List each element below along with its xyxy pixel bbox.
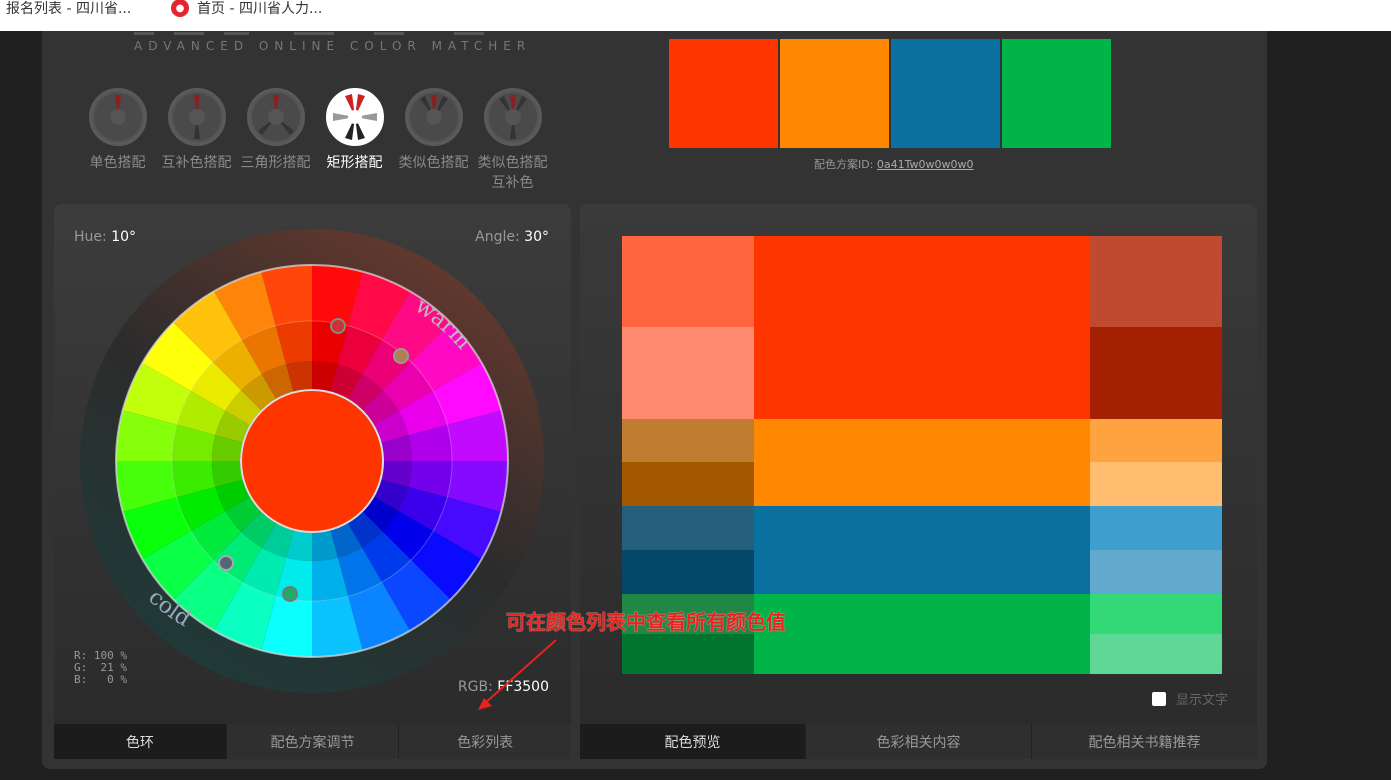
mode-analogous-complement[interactable]: 类似色搭配互补色 xyxy=(473,88,552,193)
mode-triad[interactable]: 三角形搭配 xyxy=(236,88,315,193)
preview-cell xyxy=(622,419,754,462)
bookmark-item[interactable]: 报名列表 - 四川省... xyxy=(6,0,132,17)
handle-quaternary[interactable] xyxy=(282,586,298,602)
color-matcher-app: ADVANCED ONLINE COLOR MATCHER 单色搭配 互补色搭配… xyxy=(42,31,1267,769)
complementary-mode-icon xyxy=(167,88,226,146)
mode-mono[interactable]: 单色搭配 xyxy=(78,88,157,193)
color-preview-panel: 显示文字 配色预览 色彩相关内容 配色相关书籍推荐 xyxy=(580,204,1257,759)
rgb-percent-readout: R: 100 % G: 21 % B: 0 % xyxy=(74,649,127,686)
preview-cell xyxy=(1090,419,1222,462)
show-text-checkbox[interactable] xyxy=(1152,691,1166,706)
bookmark-item[interactable]: ● 首页 - 四川省人力... xyxy=(171,0,323,17)
swatch-secondary[interactable] xyxy=(780,39,889,148)
preview-cell xyxy=(1090,327,1222,419)
logo-subtitle: ADVANCED ONLINE COLOR MATCHER xyxy=(134,39,532,53)
preview-cell xyxy=(1090,550,1222,594)
preview-cell xyxy=(622,634,754,674)
scheme-id: 配色方案ID: 0a41Tw0w0w0w0 xyxy=(814,158,974,171)
tab-color-list[interactable]: 色彩列表 xyxy=(398,724,572,759)
handle-primary[interactable] xyxy=(330,318,346,334)
bookmark-label: 首页 - 四川省人力... xyxy=(197,1,323,17)
bookmark-label: 报名列表 - 四川省... xyxy=(6,1,132,17)
swatch-primary[interactable] xyxy=(669,39,778,148)
preview-cell xyxy=(622,462,754,506)
annotation-arrow-icon xyxy=(478,639,557,710)
selected-color-center xyxy=(240,389,384,533)
analogous-complement-mode-icon xyxy=(483,88,542,146)
handle-tertiary[interactable] xyxy=(218,555,234,571)
left-panel-tabs: 色环 配色方案调节 色彩列表 xyxy=(54,724,572,759)
mono-mode-icon xyxy=(88,88,147,146)
preview-cell xyxy=(622,550,754,594)
color-wheel[interactable]: warm cold xyxy=(78,229,548,699)
right-panel-tabs: 配色预览 色彩相关内容 配色相关书籍推荐 xyxy=(580,724,1257,759)
site-favicon-icon: ● xyxy=(171,0,189,17)
swatch-tertiary[interactable] xyxy=(891,39,1000,148)
preview-cell xyxy=(622,506,754,550)
handle-secondary[interactable] xyxy=(393,348,409,364)
logo-cropped xyxy=(134,25,504,35)
show-text-toggle[interactable]: 显示文字 xyxy=(1152,689,1228,708)
tab-preview[interactable]: 配色预览 xyxy=(580,724,805,759)
palette-swatches xyxy=(669,39,1111,148)
analogous-mode-icon xyxy=(404,88,463,146)
mode-complementary[interactable]: 互补色搭配 xyxy=(157,88,236,193)
swatch-quaternary[interactable] xyxy=(1002,39,1111,148)
tab-color-content[interactable]: 色彩相关内容 xyxy=(805,724,1031,759)
preview-cell xyxy=(1090,594,1222,634)
scheme-id-link[interactable]: 0a41Tw0w0w0w0 xyxy=(877,158,974,171)
tab-scheme-adjust[interactable]: 配色方案调节 xyxy=(225,724,399,759)
triad-mode-icon xyxy=(246,88,305,146)
tab-book-recommend[interactable]: 配色相关书籍推荐 xyxy=(1031,724,1257,759)
mode-analogous[interactable]: 类似色搭配 xyxy=(394,88,473,193)
tab-color-wheel[interactable]: 色环 xyxy=(54,724,226,759)
preview-cell xyxy=(1090,462,1222,506)
preview-cell-main xyxy=(754,419,1090,506)
preview-cell xyxy=(622,236,754,327)
mode-tetrad[interactable]: 矩形搭配 xyxy=(315,88,394,193)
preview-cell-main xyxy=(754,506,1090,594)
preview-cell xyxy=(1090,634,1222,674)
scheme-mode-selector: 单色搭配 互补色搭配 三角形搭配 矩形搭配 类似色搭配 类似色搭配互补色 xyxy=(78,88,552,193)
show-text-label: 显示文字 xyxy=(1176,693,1229,708)
preview-cell-main xyxy=(754,594,1090,674)
tetrad-mode-icon xyxy=(325,88,384,146)
preview-cell xyxy=(622,327,754,419)
preview-cell xyxy=(1090,506,1222,550)
preview-cell-main xyxy=(754,236,1090,419)
preview-cell xyxy=(1090,236,1222,327)
